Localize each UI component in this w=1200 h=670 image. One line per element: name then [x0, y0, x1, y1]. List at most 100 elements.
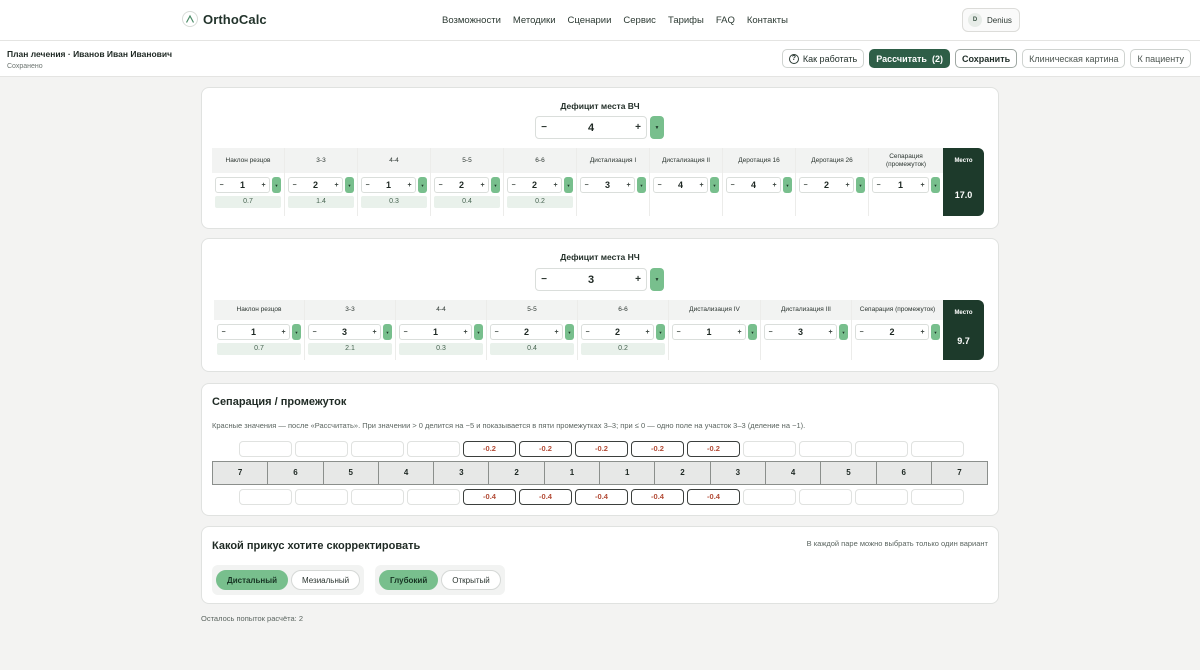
increment-button[interactable]: +: [769, 182, 780, 189]
decrement-button[interactable]: −: [856, 329, 867, 336]
stepper-value[interactable]: 1: [373, 180, 404, 190]
chevron-down-icon[interactable]: ▼: [650, 268, 664, 291]
menu-item-contacts[interactable]: Контакты: [747, 15, 788, 26]
chevron-down-icon[interactable]: ▼: [656, 324, 665, 340]
menu-item-methods[interactable]: Методики: [513, 15, 556, 26]
stepper-value[interactable]: 2: [811, 180, 842, 190]
user-menu[interactable]: D Denius: [962, 8, 1020, 32]
increment-button[interactable]: +: [460, 329, 471, 336]
increment-button[interactable]: +: [369, 329, 380, 336]
decrement-button[interactable]: −: [800, 182, 811, 189]
stepper-value[interactable]: 2: [300, 180, 331, 190]
increment-button[interactable]: +: [258, 182, 269, 189]
chevron-down-icon[interactable]: ▼: [491, 177, 500, 193]
lower-deficit-increment-button[interactable]: +: [630, 274, 646, 285]
chevron-down-icon[interactable]: ▼: [856, 177, 865, 193]
stepper-value[interactable]: 2: [502, 327, 551, 337]
increment-button[interactable]: +: [917, 329, 928, 336]
save-button[interactable]: Сохранить: [954, 49, 1018, 68]
bite-open-option[interactable]: Открытый: [441, 570, 501, 590]
chevron-down-icon[interactable]: ▼: [345, 177, 354, 193]
menu-item-service[interactable]: Сервис: [623, 15, 656, 26]
teeth-row: 76543211234567: [212, 461, 989, 485]
increment-button[interactable]: +: [550, 182, 561, 189]
decrement-button[interactable]: −: [673, 329, 684, 336]
decrement-button[interactable]: −: [216, 182, 227, 189]
stepper-value[interactable]: 1: [227, 180, 258, 190]
menu-item-features[interactable]: Возможности: [442, 15, 501, 26]
chevron-down-icon[interactable]: ▼: [710, 177, 719, 193]
stepper-value[interactable]: 4: [665, 180, 696, 190]
stepper-value[interactable]: 2: [446, 180, 477, 190]
decrement-button[interactable]: −: [218, 329, 229, 336]
clinical-picture-button[interactable]: Клиническая картина: [1022, 49, 1126, 68]
stepper-value[interactable]: 1: [411, 327, 460, 337]
chevron-down-icon[interactable]: ▼: [474, 324, 483, 340]
chevron-down-icon[interactable]: ▼: [272, 177, 281, 193]
increment-button[interactable]: +: [696, 182, 707, 189]
brand[interactable]: OrthoCalc: [182, 11, 267, 27]
chevron-down-icon[interactable]: ▼: [565, 324, 574, 340]
increment-button[interactable]: +: [642, 329, 653, 336]
decrement-button[interactable]: −: [581, 182, 592, 189]
stepper-value[interactable]: 3: [320, 327, 369, 337]
chevron-down-icon[interactable]: ▼: [383, 324, 392, 340]
chevron-down-icon[interactable]: ▼: [839, 324, 848, 340]
increment-button[interactable]: +: [734, 329, 745, 336]
stepper-value[interactable]: 3: [776, 327, 825, 337]
upper-deficit-decrement-button[interactable]: −: [536, 122, 552, 133]
bite-distal-option[interactable]: Дистальный: [216, 570, 289, 590]
upper-deficit-increment-button[interactable]: +: [630, 122, 646, 133]
decrement-button[interactable]: −: [491, 329, 502, 336]
to-patient-button[interactable]: К пациенту: [1130, 49, 1191, 68]
bite-deep-option[interactable]: Глубокий: [379, 570, 439, 590]
decrement-button[interactable]: −: [508, 182, 519, 189]
stepper-value[interactable]: 1: [229, 327, 278, 337]
increment-button[interactable]: +: [842, 182, 853, 189]
menu-item-pricing[interactable]: Тарифы: [668, 15, 704, 26]
stepper-value[interactable]: 1: [684, 327, 734, 337]
chevron-down-icon[interactable]: ▼: [650, 116, 664, 139]
lower-deficit-decrement-button[interactable]: −: [536, 274, 552, 285]
decrement-button[interactable]: −: [873, 182, 884, 189]
increment-button[interactable]: +: [278, 329, 289, 336]
menu-item-scenarios[interactable]: Сценарии: [568, 15, 612, 26]
stepper-value[interactable]: 2: [593, 327, 642, 337]
chevron-down-icon[interactable]: ▼: [931, 177, 940, 193]
increment-button[interactable]: +: [623, 182, 634, 189]
stepper-value[interactable]: 2: [867, 327, 917, 337]
decrement-button[interactable]: −: [435, 182, 446, 189]
decrement-button[interactable]: −: [654, 182, 665, 189]
increment-button[interactable]: +: [404, 182, 415, 189]
increment-button[interactable]: +: [551, 329, 562, 336]
chevron-down-icon[interactable]: ▼: [564, 177, 573, 193]
chevron-down-icon[interactable]: ▼: [292, 324, 301, 340]
increment-button[interactable]: +: [477, 182, 488, 189]
stepper-value[interactable]: 1: [884, 180, 917, 190]
decrement-button[interactable]: −: [309, 329, 320, 336]
stepper-value[interactable]: 2: [519, 180, 550, 190]
lower-deficit-value[interactable]: 3: [552, 274, 630, 286]
chevron-down-icon[interactable]: ▼: [931, 324, 940, 340]
decrement-button[interactable]: −: [727, 182, 738, 189]
chevron-down-icon[interactable]: ▼: [748, 324, 757, 340]
decrement-button[interactable]: −: [765, 329, 776, 336]
decrement-button[interactable]: −: [289, 182, 300, 189]
how-it-works-button[interactable]: ? Как работать: [781, 49, 865, 68]
stepper-value[interactable]: 3: [592, 180, 623, 190]
avatar: D: [968, 13, 982, 27]
increment-button[interactable]: +: [331, 182, 342, 189]
decrement-button[interactable]: −: [400, 329, 411, 336]
increment-button[interactable]: +: [917, 182, 928, 189]
menu-item-faq[interactable]: FAQ: [716, 15, 735, 26]
stepper-value[interactable]: 4: [738, 180, 769, 190]
increment-button[interactable]: +: [825, 329, 836, 336]
bite-mesial-option[interactable]: Мезиальный: [291, 570, 361, 590]
chevron-down-icon[interactable]: ▼: [783, 177, 792, 193]
calculate-button[interactable]: Рассчитать (2): [869, 49, 950, 68]
chevron-down-icon[interactable]: ▼: [418, 177, 427, 193]
chevron-down-icon[interactable]: ▼: [637, 177, 646, 193]
decrement-button[interactable]: −: [362, 182, 373, 189]
decrement-button[interactable]: −: [582, 329, 593, 336]
upper-deficit-value[interactable]: 4: [552, 122, 630, 134]
